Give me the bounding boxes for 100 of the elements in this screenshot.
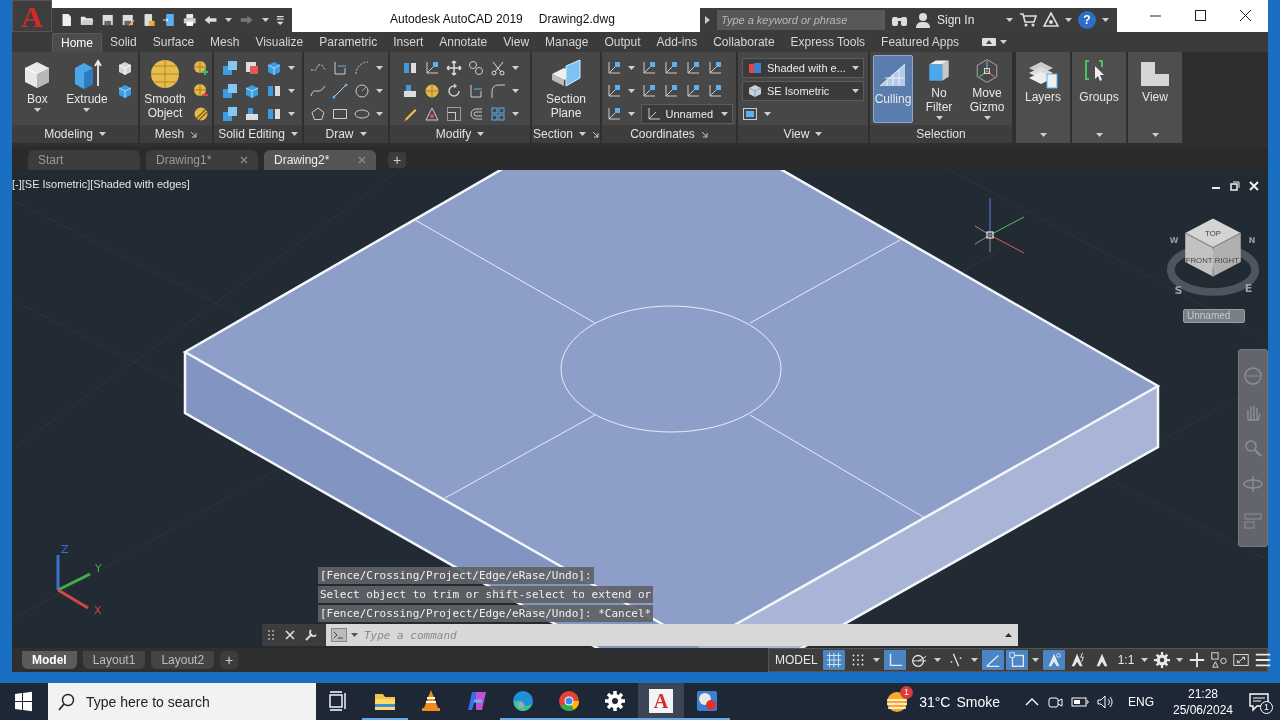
spline-icon[interactable] <box>309 83 326 99</box>
dropdown[interactable]: Unnamed <box>640 104 733 124</box>
ribbon-tab[interactable]: Output <box>596 33 649 52</box>
tool-button[interactable]: Move Gizmo <box>965 55 1009 123</box>
layout-tab[interactable]: Model <box>22 651 77 669</box>
caret-icon[interactable] <box>511 89 519 93</box>
cubes-icon[interactable] <box>221 106 238 122</box>
sphere-icon[interactable] <box>193 83 209 99</box>
floppy-icon[interactable] <box>100 12 115 28</box>
ribbon-tab[interactable]: Insert <box>385 33 432 52</box>
grid-icon[interactable] <box>822 650 845 670</box>
ellipse-icon[interactable] <box>353 106 370 122</box>
caret-icon[interactable] <box>33 108 41 112</box>
caret-icon[interactable] <box>852 89 859 93</box>
panel-title[interactable]: Solid Editing <box>218 127 285 141</box>
ribbon-tab[interactable]: Express Tools <box>782 33 874 52</box>
caret-icon[interactable] <box>375 112 383 116</box>
corner-icon[interactable] <box>489 83 506 99</box>
compass-label[interactable]: S <box>1174 284 1183 298</box>
tool-button[interactable]: Extrude <box>63 55 111 123</box>
caret-icon[interactable] <box>1006 18 1013 22</box>
caret-icon[interactable] <box>98 132 106 136</box>
tool-button[interactable]: Culling <box>873 55 913 123</box>
dropdown[interactable]: Shaded with e... <box>742 58 864 78</box>
ribbon-tab[interactable]: Annotate <box>431 33 496 52</box>
sphere-icon[interactable] <box>193 106 209 122</box>
command-input[interactable]: Type a command <box>362 625 1001 645</box>
caret-up-icon[interactable] <box>1005 633 1012 637</box>
caret-icon[interactable] <box>579 132 586 136</box>
axes-icon[interactable] <box>640 83 657 99</box>
caret-icon[interactable] <box>935 116 943 120</box>
triangle-icon[interactable] <box>423 106 440 122</box>
blocks-icon[interactable] <box>265 83 282 99</box>
caret-icon[interactable] <box>720 112 728 116</box>
language-indicator[interactable]: ENG <box>1128 694 1154 709</box>
caret-icon[interactable] <box>1031 658 1039 662</box>
corner-icon[interactable] <box>883 650 906 670</box>
panel-title[interactable]: Mesh <box>154 127 185 141</box>
help-button[interactable]: ? <box>1078 11 1096 29</box>
search-field[interactable]: Type a keyword or phrase <box>717 10 885 30</box>
cubes-icon[interactable] <box>221 83 238 99</box>
caret-icon[interactable] <box>225 18 233 22</box>
file-tab[interactable]: Start <box>28 150 140 170</box>
sphere-icon[interactable] <box>423 83 440 99</box>
collapsed-panel-button[interactable]: View <box>1128 52 1182 143</box>
new-tab-button[interactable]: + <box>388 152 406 168</box>
caret-icon[interactable] <box>1176 658 1184 662</box>
ribbon-tab[interactable]: Solid <box>102 33 145 52</box>
pencil-icon[interactable] <box>401 106 418 122</box>
square-icon[interactable] <box>1005 650 1028 670</box>
tool-button[interactable]: Section Plane <box>537 55 595 123</box>
taskbar-app-button[interactable]: A <box>638 683 684 720</box>
arc-icon[interactable] <box>353 60 370 76</box>
settings-icon[interactable] <box>1152 650 1173 670</box>
add-layout-button[interactable]: + <box>220 651 239 669</box>
panel-title[interactable]: View <box>783 127 810 141</box>
axes-icon[interactable] <box>684 60 701 76</box>
rotate-icon[interactable] <box>445 83 462 99</box>
wrench-icon[interactable] <box>304 628 318 642</box>
shapes-icon[interactable] <box>1209 650 1230 670</box>
caret-icon[interactable] <box>287 89 295 93</box>
blocks-icon[interactable] <box>401 83 418 99</box>
caret-icon[interactable] <box>764 112 771 116</box>
figure-icon[interactable] <box>1042 650 1065 670</box>
arcs-icon[interactable] <box>467 106 484 122</box>
caret-icon[interactable] <box>1151 133 1159 137</box>
blocks-icon[interactable] <box>401 60 418 76</box>
caret-icon[interactable] <box>1141 658 1149 662</box>
caret-icon[interactable] <box>627 112 635 116</box>
blocks-icon[interactable] <box>243 106 260 122</box>
caret-icon[interactable] <box>872 658 880 662</box>
caret-icon[interactable] <box>1000 40 1008 44</box>
axes-icon[interactable] <box>662 60 679 76</box>
launcher-icon[interactable] <box>700 130 708 138</box>
caret-icon[interactable] <box>83 108 91 112</box>
panel-title[interactable]: Draw <box>325 127 354 141</box>
file-tab[interactable]: Drawing1* <box>146 150 258 170</box>
sphere-icon[interactable] <box>193 60 209 76</box>
compass-label[interactable]: E <box>1244 281 1253 295</box>
customize-icon[interactable] <box>275 14 284 26</box>
line-icon[interactable] <box>331 83 348 99</box>
ribbon-tab[interactable]: Add-ins <box>648 33 706 52</box>
dropdown[interactable]: SE Isometric <box>742 81 864 101</box>
expand-icon[interactable] <box>703 15 711 25</box>
caret-icon[interactable] <box>815 132 823 136</box>
caret-icon[interactable] <box>287 66 295 70</box>
caret-icon[interactable] <box>359 132 367 136</box>
ribbon-tab[interactable]: Home <box>52 33 102 52</box>
prompt-icon[interactable] <box>331 628 347 642</box>
caret-icon[interactable] <box>1095 133 1103 137</box>
panel-title[interactable]: Coordinates <box>630 127 695 141</box>
axes-icon[interactable] <box>684 83 701 99</box>
viewcube-drawing[interactable] <box>1166 218 1260 296</box>
message-icon[interactable] <box>1248 690 1270 713</box>
launcher-icon[interactable] <box>190 130 198 138</box>
floppy-icon[interactable] <box>121 12 135 28</box>
printer-icon[interactable] <box>182 12 197 28</box>
grip-icon[interactable] <box>266 628 276 642</box>
arrows-icon[interactable] <box>445 60 462 76</box>
scissors-icon[interactable] <box>489 60 506 76</box>
